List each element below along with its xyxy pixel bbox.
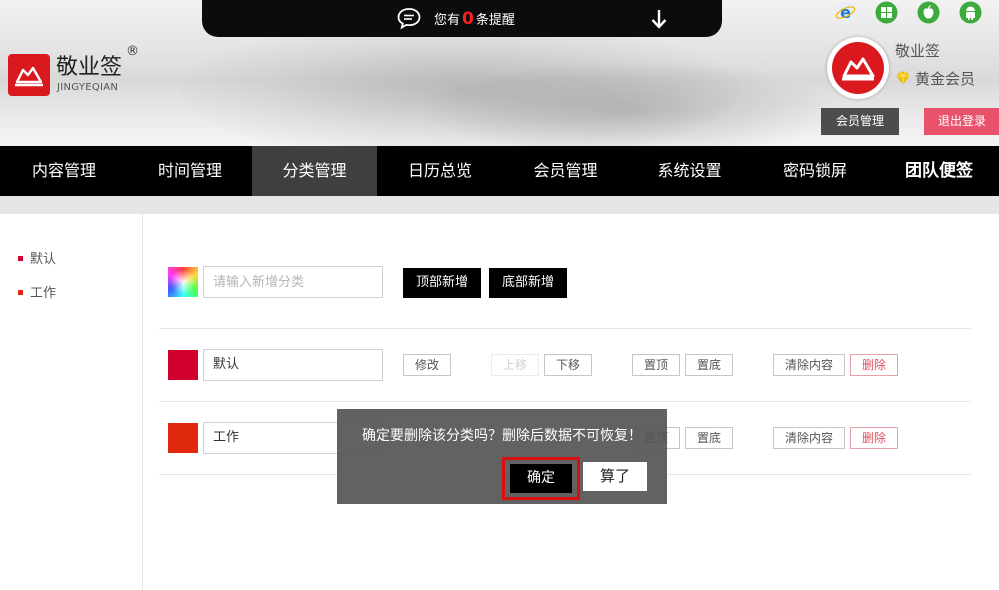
member-management-button[interactable]: 会员管理: [821, 108, 899, 135]
apple-icon[interactable]: [917, 1, 940, 24]
category-sidebar: 默认 工作: [0, 214, 143, 590]
svg-text:e: e: [840, 3, 851, 22]
nav-item-team[interactable]: 团队便签: [879, 146, 999, 196]
header: 您有 0 条提醒 敬业签 ® JINGYEQIAN e 敬业签 黄金会员 会员管…: [0, 0, 999, 146]
windows-icon[interactable]: [875, 1, 898, 24]
dialog-message: 确定要删除该分类吗？删除后数据不可恢复！: [362, 428, 642, 444]
brand-logo-icon: [8, 54, 50, 96]
nav-item-calendar[interactable]: 日历总览: [377, 146, 503, 196]
nav-item-time[interactable]: 时间管理: [128, 146, 252, 196]
delete-button[interactable]: 删除: [850, 354, 898, 376]
ie-icon[interactable]: e: [834, 1, 857, 24]
nav-item-lockscreen[interactable]: 密码锁屏: [751, 146, 879, 196]
confirm-button[interactable]: 确定: [510, 464, 572, 493]
add-bottom-button[interactable]: 底部新增: [489, 268, 567, 298]
brand-name: 敬业签: [56, 55, 123, 80]
delete-button[interactable]: 删除: [850, 427, 898, 449]
sidebar-item-work[interactable]: 工作: [18, 282, 56, 301]
user-name: 敬业签: [895, 42, 941, 60]
pin-top-button[interactable]: 置顶: [632, 354, 680, 376]
category-name-field[interactable]: 默认: [203, 349, 383, 381]
divider: [159, 328, 971, 329]
android-icon[interactable]: [959, 1, 982, 24]
member-level: 黄金会员: [895, 68, 975, 89]
category-color-dot: [18, 290, 23, 295]
arrow-down-icon[interactable]: [650, 8, 668, 30]
nav-shadow-band: [0, 196, 999, 214]
notification-bar[interactable]: 您有 0 条提醒: [202, 0, 722, 37]
divider: [159, 401, 971, 402]
clear-content-button[interactable]: 清除内容: [773, 354, 845, 376]
brand-registered-mark: ®: [126, 44, 139, 59]
pin-bottom-button[interactable]: 置底: [685, 354, 733, 376]
clear-content-button[interactable]: 清除内容: [773, 427, 845, 449]
category-color-swatch[interactable]: [168, 350, 198, 380]
category-color-swatch[interactable]: [168, 423, 198, 453]
move-up-button[interactable]: 上移: [491, 354, 539, 376]
color-picker[interactable]: [168, 267, 198, 297]
pin-bottom-button[interactable]: 置底: [685, 427, 733, 449]
new-category-input[interactable]: [203, 266, 383, 298]
avatar[interactable]: [827, 37, 889, 99]
main-nav: 内容管理 时间管理 分类管理 日历总览 会员管理 系统设置 密码锁屏 团队便签: [0, 146, 999, 196]
logout-button[interactable]: 退出登录: [924, 108, 999, 135]
chat-bubble-icon: [397, 8, 421, 30]
move-down-button[interactable]: 下移: [544, 354, 592, 376]
brand-pinyin: JINGYEQIAN: [57, 82, 119, 93]
nav-item-settings[interactable]: 系统设置: [628, 146, 751, 196]
nav-item-content[interactable]: 内容管理: [0, 146, 128, 196]
edit-button[interactable]: 修改: [403, 354, 451, 376]
diamond-icon: [896, 71, 910, 85]
notification-count: 0: [462, 9, 474, 29]
category-color-dot: [18, 256, 23, 261]
sidebar-item-default[interactable]: 默认: [18, 248, 56, 267]
nav-item-category[interactable]: 分类管理: [252, 146, 377, 196]
notification-text: 您有 0 条提醒: [434, 9, 515, 29]
delete-confirm-dialog: 确定要删除该分类吗？删除后数据不可恢复！ 确定 算了: [337, 409, 667, 504]
add-top-button[interactable]: 顶部新增: [403, 268, 481, 298]
nav-item-member[interactable]: 会员管理: [503, 146, 628, 196]
cancel-button[interactable]: 算了: [583, 462, 647, 491]
confirm-highlight: 确定: [502, 457, 580, 500]
